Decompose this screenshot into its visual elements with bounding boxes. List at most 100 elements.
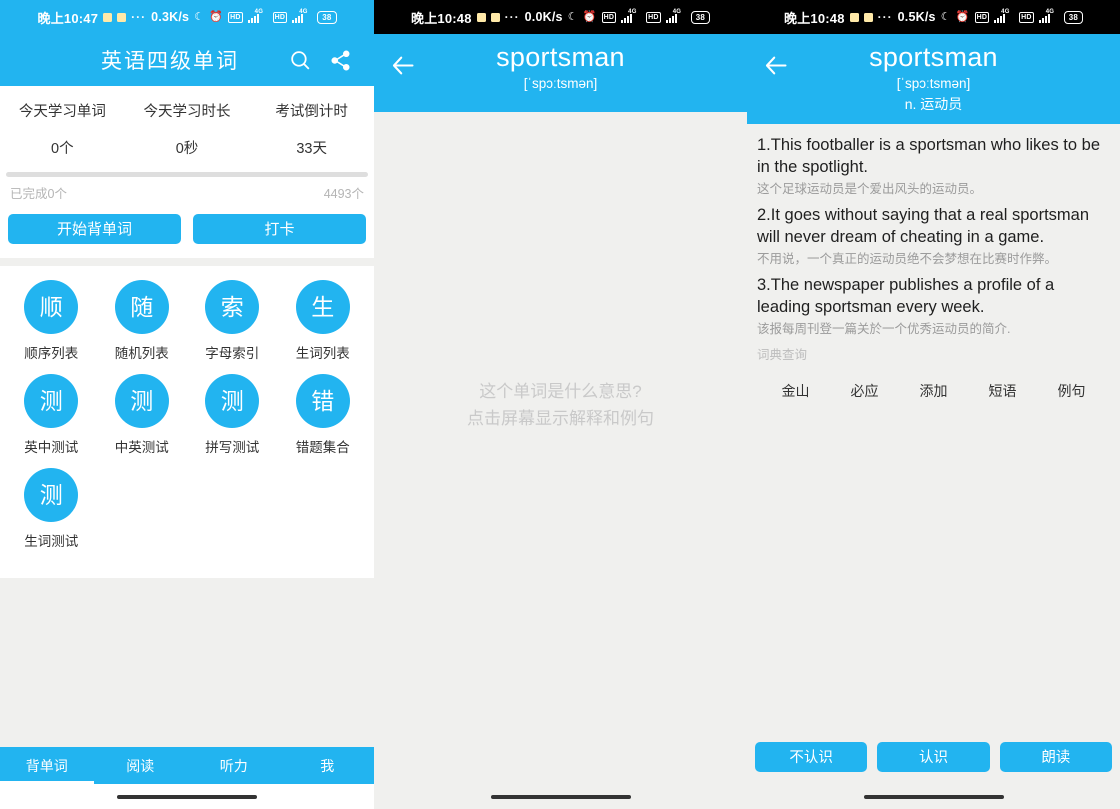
status-more-icon: ··· [131, 10, 147, 24]
grid-item-label: 字母索引 [205, 346, 260, 361]
alarm-icon: ⏰ [582, 10, 597, 23]
grid-item-wrong-answers[interactable]: 错 错题集合 [278, 374, 369, 456]
bottom-tab-bar: 背单词 阅读 听力 我 [0, 747, 374, 784]
hd-icon: HD [228, 11, 243, 23]
grid-item-spelling-test[interactable]: 测 拼写测试 [187, 374, 278, 456]
search-icon[interactable] [280, 40, 320, 80]
dont-know-button[interactable]: 不认识 [755, 742, 868, 772]
signal-icon: 4G [621, 9, 641, 23]
word-header: sportsman [ˈspɔːtsmən] [374, 34, 747, 112]
status-time: 晚上10:48 [784, 10, 845, 26]
word-title: sportsman [496, 42, 625, 72]
battery-icon: 38 [1063, 10, 1083, 24]
hd-icon: HD [646, 11, 661, 23]
know-button[interactable]: 认识 [877, 742, 990, 772]
panel-home: 晚上10:47 ··· 0.3K/s ☾ ⏰ HD 4G HD 4G 38 英语… [0, 0, 374, 809]
sentence-chinese: 该报每周刊登一篇关於一个优秀运动员的简介. [757, 322, 1011, 336]
dict-action-examples[interactable]: 例句 [1037, 381, 1106, 401]
status-network-speed: 0.5K/s [897, 10, 936, 24]
home-indicator-area [0, 784, 374, 809]
word-block: sportsman [ˈspɔːtsmən] [432, 40, 747, 94]
start-memorize-button[interactable]: 开始背单词 [8, 214, 181, 244]
spelling-test-icon: 测 [205, 374, 260, 428]
status-app-icon [849, 12, 859, 22]
status-app-icon [490, 12, 500, 22]
tab-reading[interactable]: 阅读 [94, 747, 188, 784]
hd-icon: HD [974, 11, 990, 23]
status-bar: 晚上10:48 ··· 0.5K/s ☾ ⏰ HD 4G HD 4G 38 [747, 0, 1120, 34]
summary-card: 今天学习单词 0个 今天学习时长 0秒 考试倒计时 33天 已完成0个 4493… [0, 86, 374, 258]
word-phonetic: [ˈspɔːtsmən] [896, 76, 971, 91]
battery-icon: 38 [690, 10, 710, 24]
moon-icon: ☾ [194, 10, 205, 23]
grid-item-cn-to-en-test[interactable]: 测 中英测试 [97, 374, 188, 456]
grid-item-label: 错题集合 [295, 440, 350, 455]
answer-buttons: 不认识 认识 朗读 [747, 742, 1120, 784]
tab-listening[interactable]: 听力 [187, 747, 281, 784]
page-title: 英语四级单词 [101, 50, 239, 73]
feature-grid: 顺 顺序列表 随 随机列表 索 字母索引 生 生词列表 测 英中测试 测 中英测… [6, 280, 368, 562]
home-indicator[interactable] [490, 794, 631, 799]
progress-section: 已完成0个 4493个 [0, 160, 374, 202]
grid-item-en-to-cn-test[interactable]: 测 英中测试 [6, 374, 97, 456]
quiz-hint-area[interactable]: 这个单词是什么意思? 点击屏幕显示解释和例句 [374, 0, 747, 809]
wrong-answers-icon: 错 [295, 374, 350, 428]
signal-icon: 4G [1038, 9, 1059, 23]
new-word-test-icon: 测 [24, 468, 79, 522]
status-app-icon [863, 12, 873, 22]
stat-label: 考试倒计时 [275, 104, 348, 120]
dict-action-bing[interactable]: 必应 [830, 381, 899, 401]
stat-label: 今天学习时长 [143, 104, 231, 120]
primary-actions: 开始背单词 打卡 [0, 202, 374, 258]
stat-value: 33天 [296, 141, 327, 157]
grid-item-random-list[interactable]: 随 随机列表 [97, 280, 188, 362]
hd-icon: HD [272, 11, 288, 23]
new-word-list-icon: 生 [295, 280, 350, 334]
stat-words-today: 今天学习单词 0个 [0, 100, 125, 158]
grid-item-alphabet-index[interactable]: 索 字母索引 [187, 280, 278, 362]
back-arrow-icon[interactable] [747, 40, 805, 79]
grid-item-new-word-test[interactable]: 测 生词测试 [6, 468, 97, 550]
stat-duration-today: 今天学习时长 0秒 [125, 100, 250, 158]
quiz-hint-line2: 点击屏幕显示解释和例句 [467, 408, 654, 428]
word-header: sportsman [ˈspɔːtsmən] n. 运动员 [747, 34, 1120, 124]
dict-action-add[interactable]: 添加 [899, 381, 968, 401]
status-more-icon: ··· [504, 10, 520, 24]
grid-item-label: 生词测试 [24, 534, 79, 549]
dictionary-query-label: 词典查询 [757, 348, 808, 362]
tab-memorize-words[interactable]: 背单词 [0, 747, 94, 784]
dict-action-phrases[interactable]: 短语 [968, 381, 1037, 401]
check-in-button[interactable]: 打卡 [193, 214, 366, 244]
stat-label: 今天学习单词 [18, 104, 106, 120]
status-network-speed: 0.0K/s [524, 10, 563, 24]
home-indicator[interactable] [117, 794, 257, 799]
status-app-icon [476, 12, 486, 22]
home-indicator-area [374, 784, 747, 809]
status-time: 晚上10:48 [411, 10, 472, 26]
status-bar: 晚上10:47 ··· 0.3K/s ☾ ⏰ HD 4G HD 4G 38 [0, 0, 374, 34]
progress-total-label: 4493个 [323, 187, 364, 201]
stat-exam-countdown: 考试倒计时 33天 [249, 100, 374, 158]
hd-icon: HD [1019, 11, 1034, 23]
word-title: sportsman [869, 42, 998, 72]
share-icon[interactable] [320, 40, 360, 80]
signal-icon: 4G [247, 9, 268, 23]
tab-label: 我 [320, 757, 335, 774]
alphabet-index-icon: 索 [205, 280, 260, 334]
word-block: sportsman [ˈspɔːtsmən] n. 运动员 [805, 40, 1120, 114]
back-arrow-icon[interactable] [374, 40, 432, 79]
tab-me[interactable]: 我 [281, 747, 375, 784]
home-indicator[interactable] [863, 794, 1004, 799]
dict-action-jinshan[interactable]: 金山 [761, 381, 830, 401]
grid-item-sequential-list[interactable]: 顺 顺序列表 [6, 280, 97, 362]
grid-item-new-word-list[interactable]: 生 生词列表 [278, 280, 369, 362]
quiz-hint-line1: 这个单词是什么意思? [479, 381, 642, 401]
tab-label: 阅读 [126, 757, 155, 774]
cn-to-en-test-icon: 测 [114, 374, 169, 428]
en-to-cn-test-icon: 测 [24, 374, 79, 428]
read-aloud-button[interactable]: 朗读 [999, 742, 1112, 772]
stat-value: 0个 [51, 141, 74, 157]
sentence-english: 2.It goes without saying that a real spo… [757, 206, 1090, 246]
grid-item-label: 英中测试 [24, 440, 79, 455]
progress-legend: 已完成0个 4493个 [6, 177, 368, 202]
